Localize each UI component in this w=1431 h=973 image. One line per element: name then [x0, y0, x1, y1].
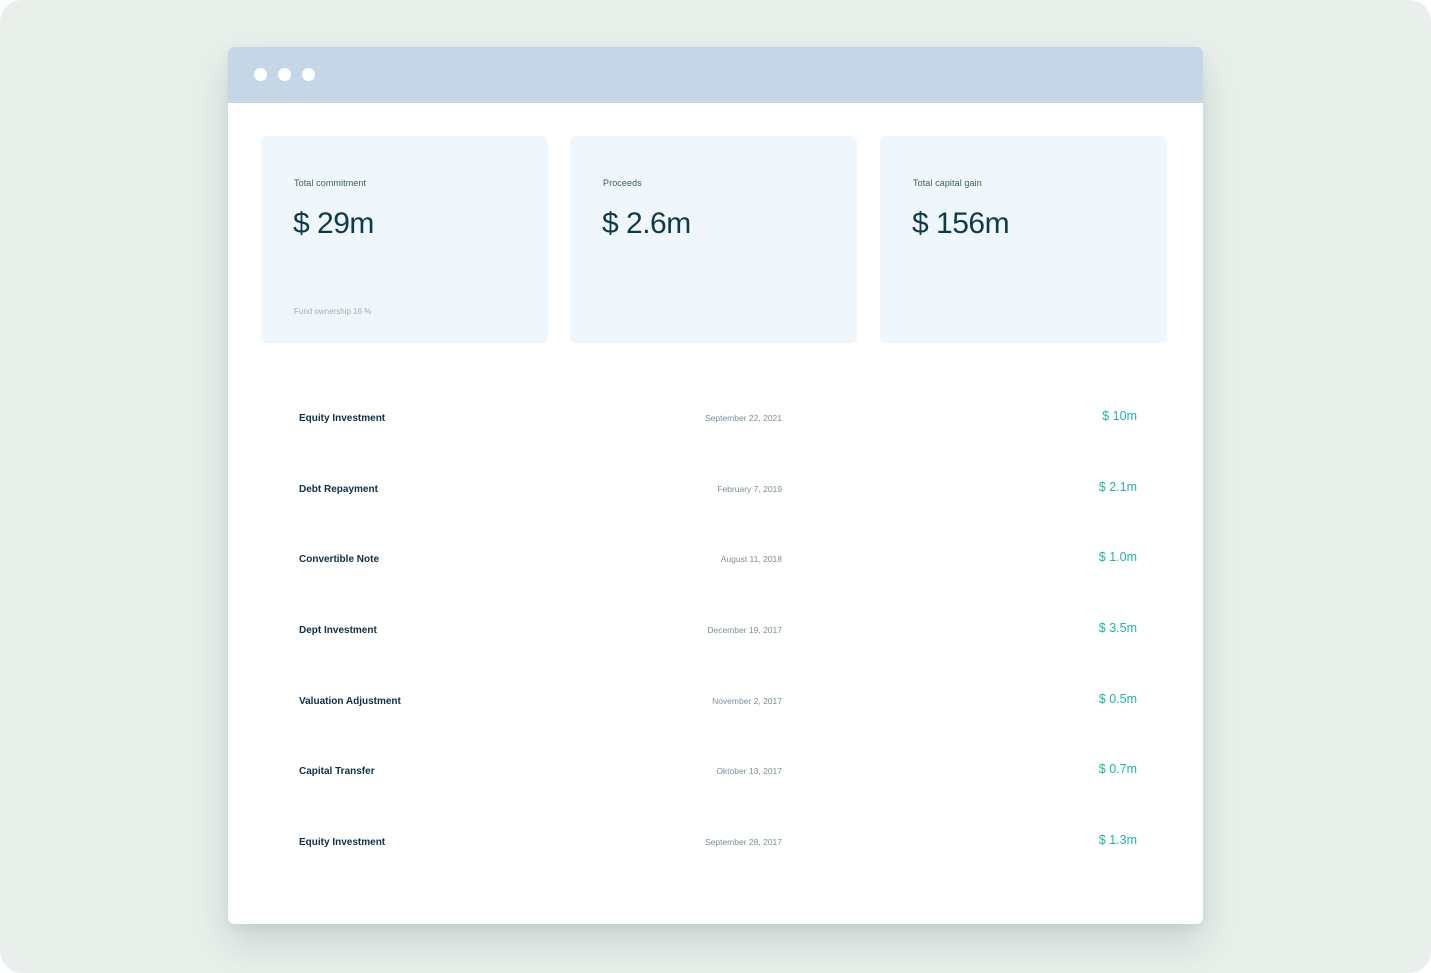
- transaction-date: November 2, 2017: [712, 695, 782, 706]
- transaction-amount: $ 2.1m: [1098, 479, 1137, 494]
- transaction-amount: $ 1.3m: [1098, 833, 1137, 848]
- window-dot-icon[interactable]: [302, 68, 315, 81]
- transaction-list: Equity Investment September 22, 2021 $ 1…: [228, 402, 1203, 897]
- transaction-row[interactable]: Dept Investment December 19, 2017 $ 3.5m: [228, 614, 1203, 685]
- backdrop: Total commitment $ 29m Fund ownership 16…: [0, 0, 1431, 973]
- transaction-amount: $ 3.5m: [1098, 621, 1137, 636]
- transaction-date: Oktober 13, 2017: [716, 766, 782, 777]
- window-dot-icon[interactable]: [278, 68, 291, 81]
- transaction-row[interactable]: Capital Transfer Oktober 13, 2017 $ 0.7m: [228, 755, 1203, 826]
- transaction-row[interactable]: Equity Investment September 28, 2017 $ 1…: [228, 826, 1203, 897]
- transaction-date: February 7, 2019: [717, 483, 782, 494]
- transaction-date: August 11, 2018: [720, 554, 782, 565]
- transaction-date: September 28, 2017: [704, 837, 782, 848]
- transaction-amount: $ 1.0m: [1098, 550, 1137, 565]
- stat-card-total-commitment: Total commitment $ 29m Fund ownership 16…: [261, 136, 548, 343]
- transaction-name: Dept Investment: [299, 625, 377, 637]
- stat-card-label: Proceeds: [603, 178, 642, 188]
- window-dot-icon[interactable]: [254, 68, 267, 81]
- stat-card-proceeds: Proceeds $ 2.6m: [570, 136, 857, 343]
- transaction-row[interactable]: Valuation Adjustment November 2, 2017 $ …: [228, 685, 1203, 756]
- transaction-row[interactable]: Convertible Note August 11, 2018 $ 1.0m: [228, 543, 1203, 614]
- transaction-name: Equity Investment: [299, 413, 386, 424]
- transaction-name: Debt Repayment: [299, 483, 378, 495]
- transaction-row[interactable]: Equity Investment September 22, 2021 $ 1…: [228, 402, 1203, 473]
- browser-window: Total commitment $ 29m Fund ownership 16…: [228, 47, 1203, 924]
- transaction-name: Valuation Adjustment: [299, 695, 401, 707]
- transaction-name: Convertible Note: [299, 554, 380, 566]
- stat-card-total-capital-gain: Total capital gain $ 156m: [880, 136, 1167, 343]
- transaction-amount: $ 10m: [1102, 409, 1137, 423]
- transaction-date: December 19, 2017: [707, 625, 782, 636]
- stat-card-label: Total capital gain: [913, 178, 982, 188]
- stat-card-footnote: Fund ownership 16 %: [294, 307, 372, 316]
- transaction-amount: $ 0.5m: [1098, 691, 1137, 706]
- transaction-row[interactable]: Debt Repayment February 7, 2019 $ 2.1m: [228, 473, 1203, 544]
- stat-card-value: $ 29m: [293, 207, 374, 240]
- stat-card-label: Total commitment: [294, 178, 367, 188]
- transaction-name: Capital Transfer: [299, 766, 375, 778]
- transaction-amount: $ 0.7m: [1098, 762, 1137, 777]
- stat-card-value: $ 156m: [912, 207, 1010, 240]
- window-titlebar: [228, 47, 1203, 103]
- transaction-date: September 22, 2021: [704, 413, 782, 423]
- transaction-name: Equity Investment: [299, 837, 386, 849]
- stat-card-value: $ 2.6m: [602, 207, 691, 240]
